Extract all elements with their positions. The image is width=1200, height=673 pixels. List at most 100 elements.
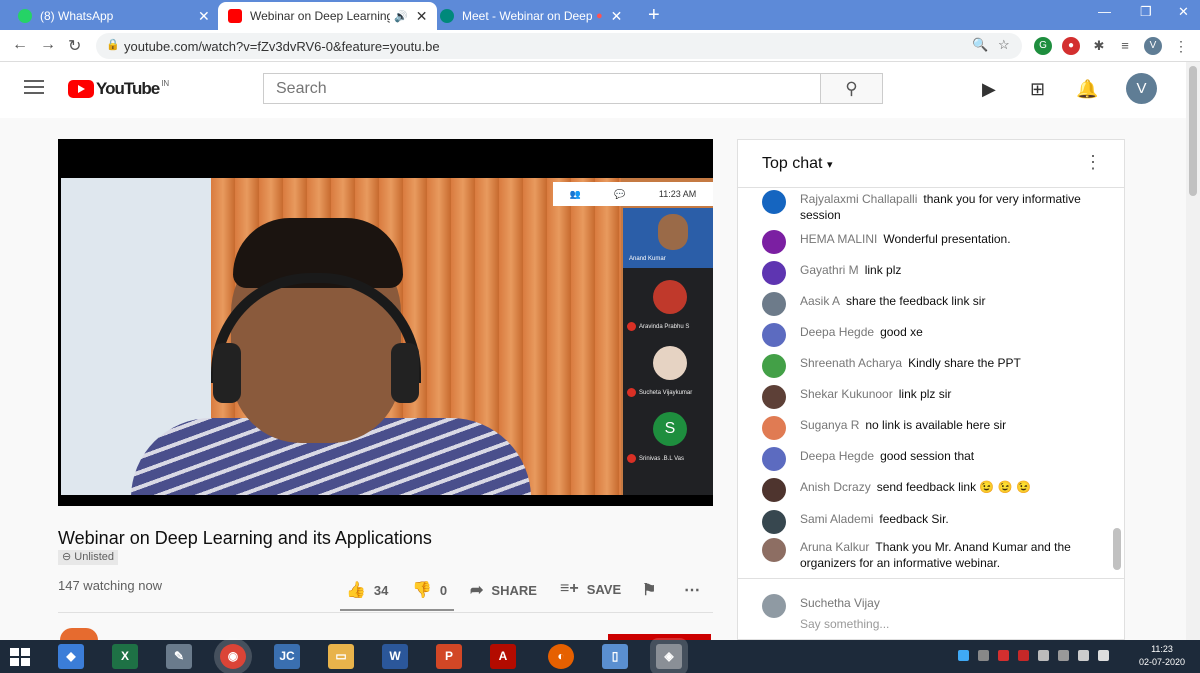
taskbar-clock[interactable]: 11:23 02-07-2020 — [1130, 643, 1194, 669]
tray-icon[interactable] — [1038, 650, 1049, 661]
chat-author[interactable]: Aruna Kalkur — [800, 540, 869, 554]
chat-author[interactable]: Anish Dcrazy — [800, 480, 871, 494]
powerpoint-icon[interactable]: P — [436, 644, 462, 669]
chat-scrollbar-thumb[interactable] — [1113, 528, 1121, 570]
browser-toolbar: ← → ↻ 🔒 youtube.com/watch?v=fZv3dvRV6-0&… — [0, 30, 1200, 62]
video-player[interactable]: 👥 💬 11:23 AM Anand Kumar Aravinda Prabhu… — [58, 139, 713, 506]
close-tab-icon[interactable]: ✕ — [416, 8, 428, 25]
hamburger-menu-icon[interactable] — [24, 80, 44, 98]
windows-start-icon[interactable] — [10, 648, 30, 666]
chat-author[interactable]: Suganya R — [800, 418, 859, 432]
tray-icon[interactable] — [958, 650, 969, 661]
cast-icon[interactable]: ≡ — [1116, 37, 1134, 55]
extensions-puzzle-icon[interactable]: ✱ — [1090, 37, 1108, 55]
create-video-icon[interactable]: ▶ — [982, 79, 996, 100]
tray-icon[interactable] — [1018, 650, 1029, 661]
forward-icon[interactable]: → — [40, 36, 56, 54]
more-actions-button[interactable]: ⋯ — [684, 580, 708, 600]
page-scrollbar[interactable] — [1186, 62, 1200, 640]
extension-grammarly-icon[interactable]: G — [1034, 37, 1052, 55]
chat-message-input[interactable]: Say something... — [800, 617, 889, 631]
apps-grid-icon[interactable]: ⊞ — [1030, 79, 1045, 100]
visibility-badge: ⊖ Unlisted — [58, 550, 119, 565]
chrome-icon[interactable]: ◉ — [220, 644, 246, 669]
channel-avatar[interactable] — [60, 628, 98, 640]
app-3d-icon[interactable]: ◆ — [58, 644, 84, 669]
view-count: 147 watching now — [58, 578, 163, 593]
address-bar[interactable]: 🔒 youtube.com/watch?v=fZv3dvRV6-0&featur… — [96, 33, 1022, 59]
chat-author[interactable]: Sami Alademi — [800, 512, 873, 526]
chat-author[interactable]: Rajyalaxmi Challapalli — [800, 192, 917, 206]
app-generic-icon[interactable]: ▯ — [602, 644, 628, 669]
tray-icon[interactable] — [1058, 650, 1069, 661]
browser-tab-strip: (8) WhatsApp ✕ Webinar on Deep Learning … — [0, 0, 1200, 30]
wifi-icon[interactable] — [1078, 650, 1089, 661]
scrollbar-thumb[interactable] — [1189, 66, 1197, 196]
paint-icon[interactable]: ✎ — [166, 644, 192, 669]
chat-author[interactable]: Shekar Kukunoor — [800, 387, 893, 401]
back-icon[interactable]: ← — [12, 36, 28, 54]
search-input[interactable] — [264, 74, 820, 103]
maximize-icon[interactable]: ❐ — [1140, 4, 1152, 20]
lock-icon[interactable]: 🔒 — [106, 38, 120, 51]
dislike-button[interactable]: 👎 0 — [412, 580, 447, 600]
browser-menu-icon[interactable]: ⋮ — [1172, 37, 1190, 55]
app-shield-icon[interactable]: ◈ — [656, 644, 682, 669]
volume-icon[interactable] — [1098, 650, 1109, 661]
chat-author[interactable]: Shreenath Acharya — [800, 356, 902, 370]
minimize-icon[interactable]: — — [1098, 4, 1111, 19]
chat-scrollbar[interactable] — [1112, 188, 1122, 578]
tray-icon[interactable] — [978, 650, 989, 661]
reload-icon[interactable]: ↻ — [68, 36, 81, 56]
close-window-icon[interactable]: ✕ — [1178, 4, 1189, 20]
participant-avatar — [653, 346, 687, 380]
word-icon[interactable]: W — [382, 644, 408, 669]
chat-avatar — [762, 478, 786, 502]
tab-youtube[interactable]: Webinar on Deep Learning a 🔊 ✕ — [218, 2, 438, 30]
firefox-icon[interactable]: ◐ — [548, 644, 574, 669]
save-button[interactable]: ≡+ SAVE — [560, 580, 621, 598]
search-box[interactable] — [263, 73, 821, 104]
tray-gmail-icon[interactable] — [998, 650, 1009, 661]
thumbs-down-icon: 👎 — [412, 582, 432, 599]
close-tab-icon[interactable]: ✕ — [611, 8, 623, 25]
share-button[interactable]: ➦ SHARE — [470, 580, 537, 600]
acrobat-icon[interactable]: A — [490, 644, 516, 669]
add-playlist-icon: ≡+ — [560, 580, 579, 597]
profile-avatar[interactable]: V — [1144, 37, 1162, 55]
account-avatar[interactable]: V — [1126, 73, 1157, 104]
tab-whatsapp[interactable]: (8) WhatsApp ✕ — [8, 2, 220, 30]
file-explorer-icon[interactable]: ▭ — [328, 644, 354, 669]
chat-avatar — [762, 190, 786, 214]
notifications-bell-icon[interactable]: 🔔 — [1076, 79, 1098, 100]
chat-author[interactable]: Deepa Hegde — [800, 449, 874, 463]
chat-author[interactable]: Aasik A — [800, 294, 840, 308]
tab-title: (8) WhatsApp — [40, 9, 114, 23]
chat-author[interactable]: Gayathri M — [800, 263, 859, 277]
report-button[interactable]: ⚑ — [642, 580, 664, 600]
chevron-down-icon: ▾ — [826, 159, 833, 171]
close-tab-icon[interactable]: ✕ — [198, 8, 210, 25]
participant-tile: S Srinivas .B.L Vas — [623, 404, 713, 470]
zoom-icon[interactable]: 🔍 — [972, 37, 988, 53]
top-chat-dropdown[interactable]: Top chat ▾ — [762, 155, 832, 173]
participant-name: Srinivas .B.L Vas — [639, 456, 685, 463]
like-button[interactable]: 👍 34 — [346, 580, 388, 600]
new-tab-button[interactable]: + — [648, 4, 660, 27]
bookmark-star-icon[interactable]: ☆ — [998, 37, 1010, 53]
chat-author[interactable]: Deepa Hegde — [800, 325, 874, 339]
youtube-logo[interactable]: YouTube IN — [68, 79, 169, 99]
extension-recorder-icon[interactable]: ● — [1062, 37, 1080, 55]
chat-message: Deepa Hegde good xe — [762, 323, 1102, 347]
chat-message: Aruna Kalkur Thank you Mr. Anand Kumar an… — [762, 538, 1102, 571]
share-arrow-icon: ➦ — [470, 582, 484, 599]
tab-meet[interactable]: Meet - Webinar on Deep Lo ● ✕ — [430, 2, 632, 30]
audio-playing-icon[interactable]: 🔊 — [394, 10, 408, 23]
excel-icon[interactable]: X — [112, 644, 138, 669]
app-jc-icon[interactable]: JC — [274, 644, 300, 669]
chat-avatar — [762, 510, 786, 534]
chat-author[interactable]: HEMA MALINI — [800, 232, 877, 246]
more-vertical-icon[interactable]: ⋮ — [1084, 152, 1102, 173]
search-button[interactable]: ⚲ — [820, 73, 883, 104]
chat-avatar — [762, 230, 786, 254]
